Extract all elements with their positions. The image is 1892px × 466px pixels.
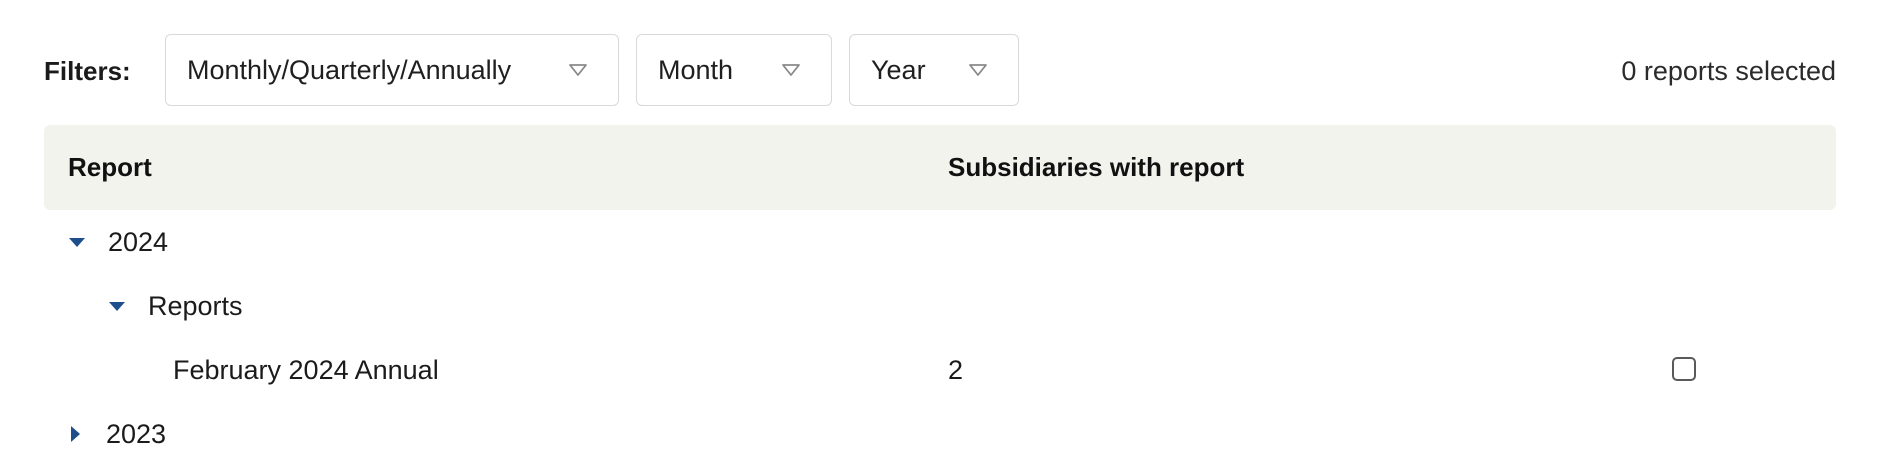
caret-down-icon[interactable] xyxy=(106,295,128,317)
filters-label: Filters: xyxy=(44,56,131,86)
tree-row-label: 2024 xyxy=(108,227,169,257)
frequency-filter-value: Monthly/Quarterly/Annually xyxy=(187,55,512,85)
year-filter-dropdown[interactable]: Year xyxy=(849,34,1019,106)
column-header-report: Report xyxy=(68,152,152,182)
report-select-checkbox[interactable] xyxy=(1672,357,1696,381)
year-filter-value: Year xyxy=(871,55,926,85)
tree-row-label: 2023 xyxy=(106,419,167,449)
tree-row-reports-group[interactable]: Reports xyxy=(44,275,1836,338)
subsidiaries-count: 2 xyxy=(948,355,964,385)
filters-bar: Filters: Monthly/Quarterly/Annually Mont… xyxy=(44,34,1836,108)
frequency-filter-dropdown[interactable]: Monthly/Quarterly/Annually xyxy=(165,34,619,106)
reports-selected-count: 0 reports selected xyxy=(1621,56,1836,86)
caret-right-icon[interactable] xyxy=(64,423,86,445)
tree-row-year-2023[interactable]: 2023 xyxy=(44,403,1836,466)
chevron-down-icon xyxy=(969,64,987,76)
caret-down-icon[interactable] xyxy=(66,231,88,253)
chevron-down-icon xyxy=(569,64,587,76)
month-filter-dropdown[interactable]: Month xyxy=(636,34,832,106)
column-header-subsidiaries: Subsidiaries with report xyxy=(948,152,1245,182)
table-header: Report Subsidiaries with report xyxy=(44,125,1836,210)
report-row[interactable]: February 2024 Annual 2 xyxy=(44,339,1836,402)
tree-row-year-2024[interactable]: 2024 xyxy=(44,211,1836,274)
report-name: February 2024 Annual xyxy=(173,355,439,385)
chevron-down-icon xyxy=(782,64,800,76)
month-filter-value: Month xyxy=(658,55,734,85)
tree-row-label: Reports xyxy=(148,291,243,321)
